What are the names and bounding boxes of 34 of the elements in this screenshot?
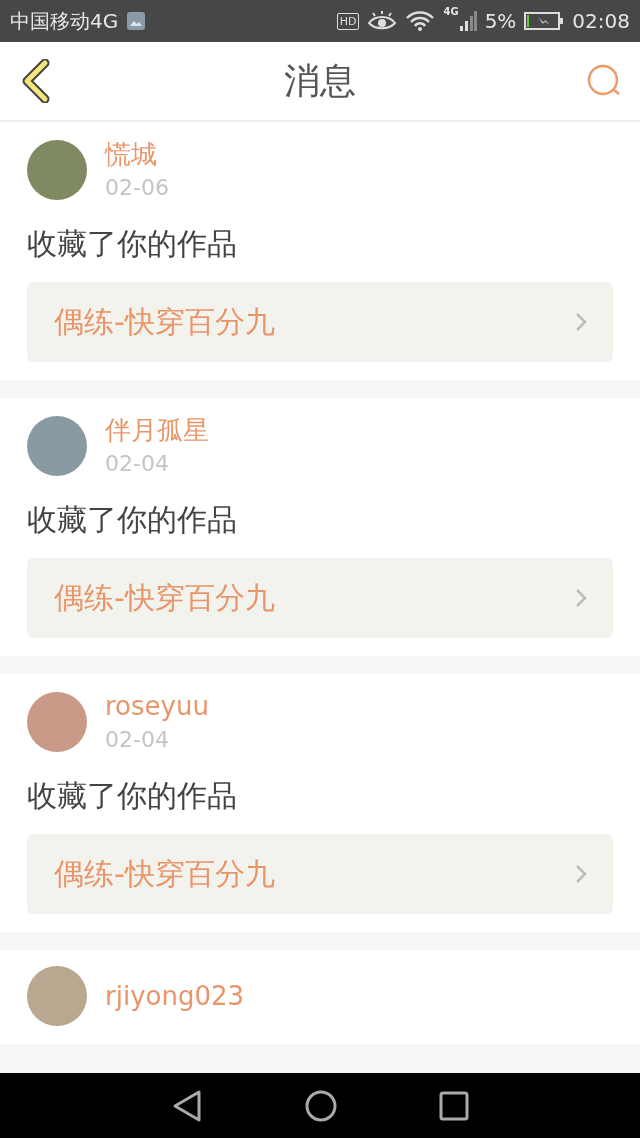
work-link[interactable]: 偶练-快穿百分九 (27, 558, 613, 638)
signal-icon (458, 10, 477, 32)
eye-icon (367, 11, 398, 31)
user-name[interactable]: roseyuu (105, 690, 209, 722)
message-text: 收藏了你的作品 (27, 225, 238, 263)
avatar-placeholder (27, 966, 87, 1026)
user-name[interactable]: 伴月孤星 (105, 414, 209, 446)
hd-indicator: HD (336, 12, 360, 30)
carrier-name: 中国移动4G (10, 7, 119, 35)
wifi-icon (405, 10, 436, 32)
user-name[interactable]: rjiyong023 (105, 980, 245, 1012)
page-title: 消息 (284, 58, 356, 103)
back-nav-icon[interactable] (171, 1088, 203, 1123)
message-date: 02-06 (105, 174, 169, 202)
chevron-right-icon (575, 864, 587, 884)
recents-nav-icon[interactable] (439, 1090, 469, 1121)
image-notification-icon (126, 11, 147, 31)
home-nav-icon[interactable] (305, 1089, 337, 1122)
battery-charging-icon (524, 11, 565, 31)
message-date: 02-04 (105, 450, 170, 478)
message-text: 收藏了你的作品 (27, 501, 238, 539)
user-name[interactable]: 慌城 (105, 138, 169, 170)
work-link[interactable]: 偶练-快穿百分九 (27, 282, 613, 362)
work-link[interactable]: 偶练-快穿百分九 (27, 834, 613, 914)
battery-percentage: 5% (484, 9, 517, 33)
message-date: 02-04 (105, 726, 170, 754)
clock-time: 02:08 (572, 9, 630, 33)
avatar-placeholder (27, 416, 87, 476)
message-text: 收藏了你的作品 (27, 777, 238, 815)
network-type: 4G (443, 6, 459, 17)
avatar-placeholder (27, 692, 87, 752)
avatar-placeholder (27, 140, 87, 200)
chevron-right-icon (575, 588, 587, 608)
chevron-right-icon (575, 312, 587, 332)
